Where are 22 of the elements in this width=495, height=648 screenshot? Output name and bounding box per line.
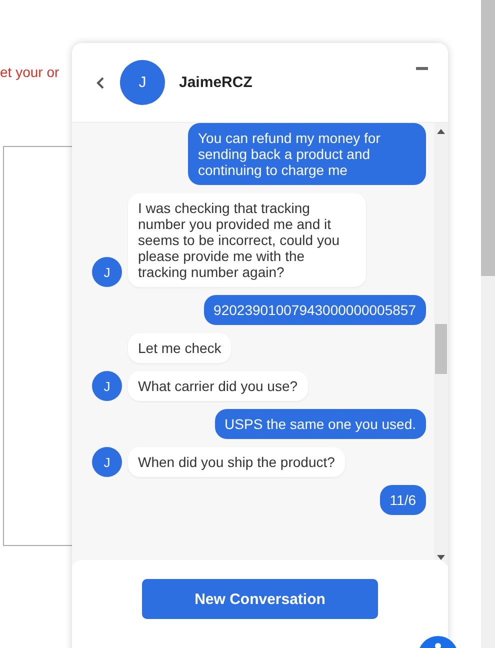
scroll-thumb[interactable] [435, 324, 447, 374]
contact-name: JaimeRCZ [179, 74, 254, 91]
sent-message: USPS the same one you used. [214, 409, 426, 439]
scroll-up-icon[interactable] [437, 129, 445, 134]
avatar: J [120, 60, 165, 105]
chat-scrollbar[interactable] [434, 123, 448, 566]
received-message: When did you ship the product? [128, 447, 345, 477]
sent-message: 92023901007943000000005857 [204, 295, 426, 325]
notice-text: et your or [0, 64, 60, 80]
received-message: What carrier did you use? [128, 371, 308, 401]
page-scrollbar[interactable] [481, 0, 495, 648]
scroll-thumb[interactable] [481, 0, 495, 276]
sent-message: You can refund my money for sending back a product and continuing to charge me [188, 123, 426, 185]
sent-message: 11/6 [380, 485, 426, 515]
received-message: I was checking that tracking number you provided me and it seems to be incorrect, could you please provide me with the tracking number again? [128, 193, 366, 287]
new-conversation-button[interactable]: New Conversation [142, 579, 378, 619]
back-icon[interactable] [96, 76, 106, 90]
avatar: J [92, 447, 122, 477]
avatar: J [92, 257, 122, 287]
minimize-icon[interactable] [416, 67, 428, 71]
received-message: Let me check [128, 333, 232, 363]
avatar: J [92, 371, 122, 401]
